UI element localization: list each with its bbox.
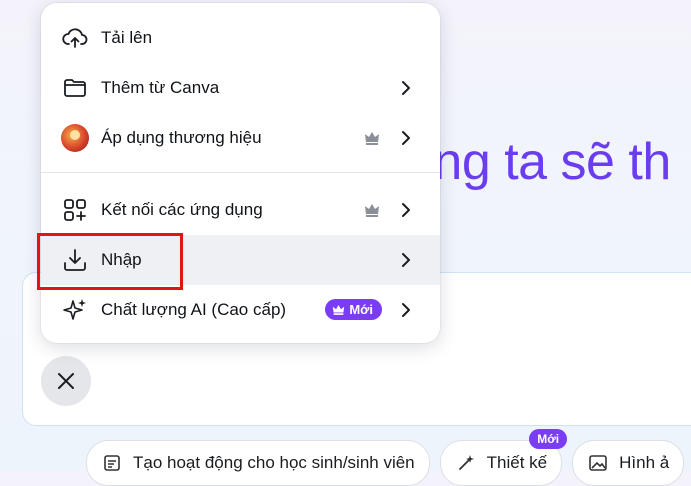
apps-grid-icon [61,196,89,224]
chip-label: Thiết kế [486,453,548,472]
chip-student-activity[interactable]: Tạo hoạt động cho học sinh/sinh viên [86,440,430,486]
chevron-right-icon [402,303,410,317]
close-button[interactable] [41,356,91,406]
add-menu: Tải lên Thêm từ Canva Áp dụng thương hiệ… [41,3,440,343]
chevron-right-icon [402,81,410,95]
close-icon [58,373,74,389]
cloud-upload-icon [61,24,89,52]
crown-icon [333,304,345,315]
chip-design[interactable]: Thiết kế Mới [439,429,568,486]
crown-icon [365,204,379,217]
magic-icon [455,452,477,474]
menu-item-upload[interactable]: Tải lên [41,13,440,63]
chip-image[interactable]: Hình ả [572,440,685,486]
menu-item-label: Thêm từ Canva [101,78,220,97]
chip-label: Hình ả [619,453,670,472]
menu-divider [41,172,440,173]
menu-item-label: Kết nối các ứng dụng [101,200,263,219]
activity-icon [101,452,123,474]
hero-headline: úng ta sẽ th [405,133,671,191]
folder-icon [61,74,89,102]
new-badge-label: Mới [349,302,373,317]
menu-item-label: Nhập [101,250,142,269]
suggestion-chips: Tạo hoạt động cho học sinh/sinh viên Thi… [86,429,685,486]
import-download-icon [61,246,89,274]
menu-item-add-from-canva[interactable]: Thêm từ Canva [41,63,440,113]
menu-item-apply-brand[interactable]: Áp dụng thương hiệu [41,113,440,163]
brand-avatar [61,124,89,152]
new-badge: Mới [325,299,382,320]
crown-icon [365,132,379,145]
chip-label: Tạo hoạt động cho học sinh/sinh viên [133,453,415,472]
menu-item-label: Áp dụng thương hiệu [101,128,262,147]
menu-item-label: Tải lên [101,28,153,47]
image-icon [587,452,609,474]
menu-item-import[interactable]: Nhập [41,235,440,285]
new-badge: Mới [529,429,568,449]
chevron-right-icon [402,253,410,267]
chevron-right-icon [402,131,410,145]
menu-item-ai-quality[interactable]: Chất lượng AI (Cao cấp) Mới [41,285,440,335]
menu-item-connect-apps[interactable]: Kết nối các ứng dụng [41,185,440,235]
sparkles-icon [61,296,89,324]
menu-item-label: Chất lượng AI (Cao cấp) [101,300,287,319]
chevron-right-icon [402,203,410,217]
